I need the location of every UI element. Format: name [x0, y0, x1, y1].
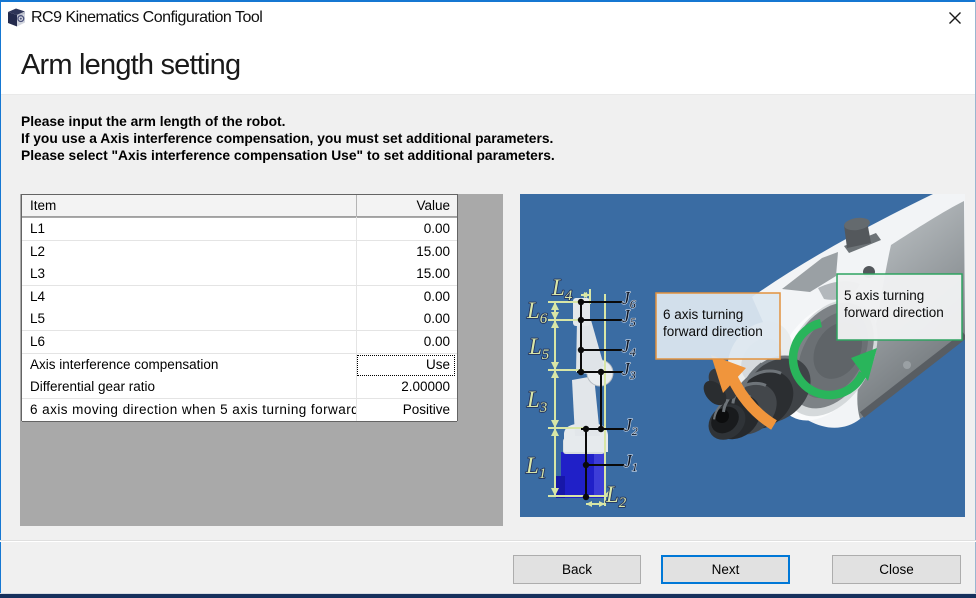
svg-text:5 axis turning: 5 axis turning: [844, 288, 924, 303]
svg-text:forward direction: forward direction: [663, 324, 763, 339]
svg-text:forward direction: forward direction: [844, 305, 944, 320]
svg-text:6 axis turning: 6 axis turning: [663, 307, 743, 322]
